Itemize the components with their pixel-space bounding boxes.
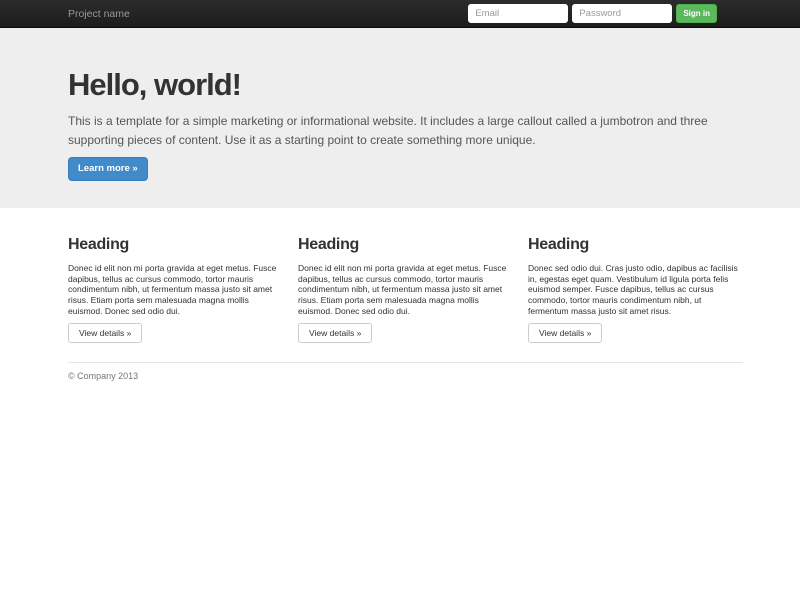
navbar: Project name Sign in xyxy=(0,0,800,28)
signin-form: Sign in xyxy=(468,4,717,23)
column-3-heading: Heading xyxy=(528,236,590,253)
content-column-2: Heading Donec id elit non mi porta gravi… xyxy=(298,235,513,343)
footer: © Company 2013 xyxy=(68,361,743,381)
content-column-1: Heading Donec id elit non mi porta gravi… xyxy=(68,235,283,343)
footer-divider xyxy=(68,361,743,363)
email-input[interactable] xyxy=(468,4,569,23)
view-details-button-2[interactable]: View details » xyxy=(298,322,373,343)
navbar-brand[interactable]: Project name xyxy=(68,8,130,20)
column-1-text: Donec id elit non mi porta gravida at eg… xyxy=(68,263,277,316)
column-3-text: Donec sed odio dui. Cras justo odio, dap… xyxy=(528,263,738,316)
column-1-heading: Heading xyxy=(68,236,130,253)
content-row: Heading Donec id elit non mi porta gravi… xyxy=(68,235,743,343)
main-content: Heading Donec id elit non mi porta gravi… xyxy=(68,235,743,381)
jumbotron-title: Hello, world! xyxy=(68,67,242,102)
password-input[interactable] xyxy=(572,4,673,23)
view-details-button-3[interactable]: View details » xyxy=(528,322,603,343)
jumbotron: Hello, world! This is a template for a s… xyxy=(0,28,800,208)
sign-in-button[interactable]: Sign in xyxy=(676,4,717,23)
column-2-text: Donec id elit non mi porta gravida at eg… xyxy=(298,263,507,316)
jumbotron-description: This is a template for a simple marketin… xyxy=(68,114,708,147)
learn-more-button[interactable]: Learn more » xyxy=(68,157,148,181)
navbar-container: Project name Sign in xyxy=(68,0,743,27)
column-2-heading: Heading xyxy=(298,236,360,253)
jumbotron-container: Hello, world! This is a template for a s… xyxy=(68,66,743,181)
view-details-button-1[interactable]: View details » xyxy=(68,322,143,343)
copyright-text: © Company 2013 xyxy=(68,370,139,381)
content-column-3: Heading Donec sed odio dui. Cras justo o… xyxy=(528,235,743,343)
